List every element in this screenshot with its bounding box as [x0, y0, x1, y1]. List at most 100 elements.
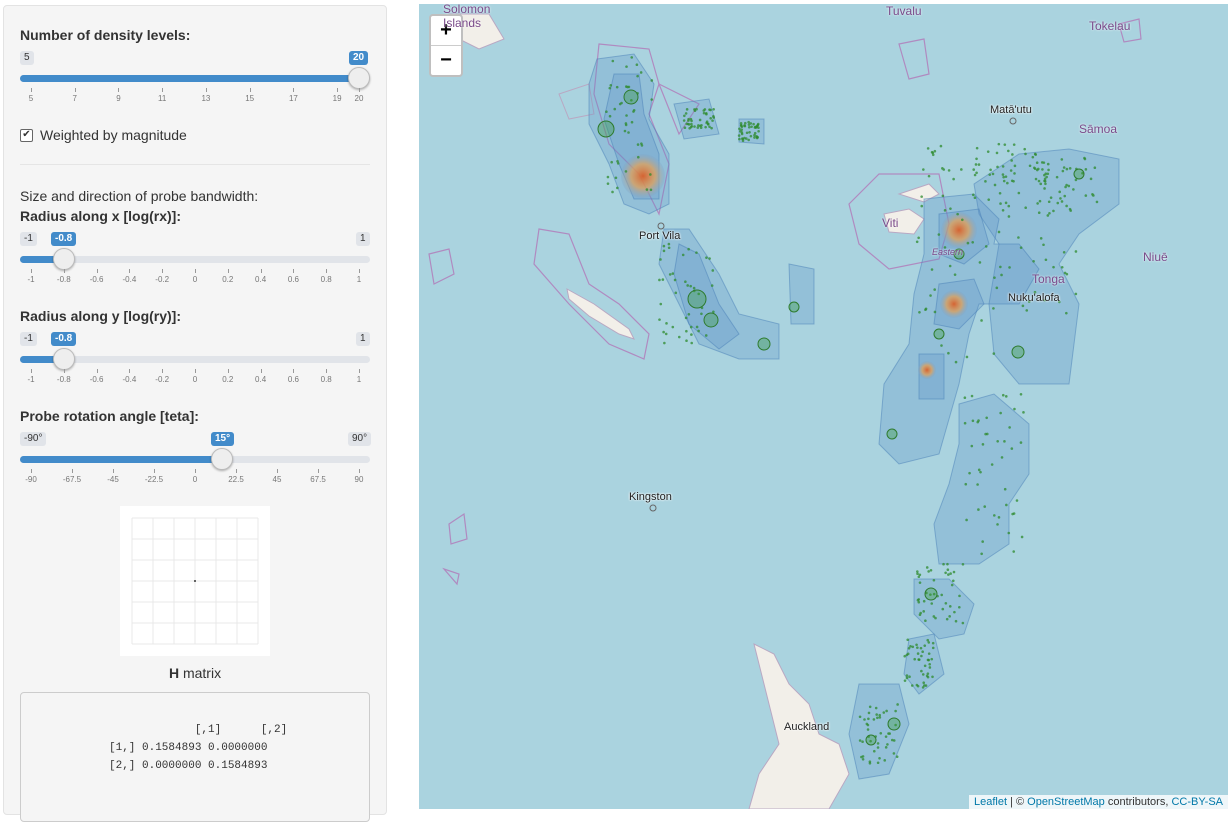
- earthquake-point: [1036, 202, 1039, 205]
- earthquake-point: [1044, 172, 1048, 175]
- slider-tick-label: 67.5: [310, 475, 326, 484]
- earthquake-point: [750, 125, 753, 129]
- earthquake-point: [636, 143, 640, 146]
- slider-tick-label: -0.4: [122, 375, 137, 384]
- earthquake-point: [1083, 157, 1087, 161]
- earthquake-point: [1033, 152, 1037, 156]
- earthquake-point: [668, 273, 672, 276]
- earthquake-point: [975, 146, 979, 150]
- earthquake-point: [933, 310, 937, 314]
- rx-slider-handle[interactable]: [52, 248, 75, 270]
- slider-tick-label: -67.5: [62, 475, 82, 484]
- earthquake-point: [861, 740, 864, 744]
- slider-tick-label: 17: [288, 94, 298, 103]
- earthquake-point: [931, 153, 935, 157]
- weighted-checkbox[interactable]: ✔: [20, 129, 33, 142]
- earthquake-point: [867, 717, 870, 721]
- earthquake-point: [958, 594, 961, 598]
- slider-tick-label: 0: [192, 375, 198, 384]
- earthquake-point: [667, 246, 671, 250]
- earthquake-point: [986, 150, 990, 153]
- earthquake-point: [920, 204, 924, 208]
- slider-tick: [154, 469, 155, 473]
- earthquake-point: [708, 257, 711, 260]
- earthquake-point: [1003, 487, 1007, 491]
- earthquake-point: [740, 128, 744, 131]
- teta-slider[interactable]: [20, 448, 370, 470]
- earthquake-point: [1007, 531, 1011, 535]
- earthquake-point: [1056, 201, 1060, 205]
- leaflet-map[interactable]: + − Solomon Islands Tuvalu Tokelau Matā'…: [419, 4, 1228, 809]
- earthquake-point: [903, 679, 907, 682]
- slider-tick-label: 13: [201, 94, 211, 103]
- earthquake-point: [872, 749, 876, 753]
- osm-link[interactable]: OpenStreetMap: [1027, 796, 1105, 808]
- earthquake-point: [1007, 204, 1011, 208]
- slider-tick-label: -1: [27, 275, 35, 284]
- earthquake-point: [1095, 200, 1099, 204]
- earthquake-point: [931, 675, 934, 679]
- earthquake-point: [951, 579, 955, 583]
- slider-tick: [318, 469, 319, 473]
- earthquake-point: [708, 108, 711, 111]
- slider-tick-label: 0: [192, 475, 198, 484]
- earthquake-point: [999, 265, 1002, 269]
- earthquake-point: [949, 207, 952, 210]
- earthquake-point: [700, 123, 703, 127]
- label-nukualofa: Nuku'alofa: [1008, 292, 1060, 304]
- bandwidth-heading: Size and direction of probe bandwidth:: [20, 188, 259, 204]
- earthquake-point: [1003, 440, 1006, 443]
- earthquake-point: [887, 732, 890, 735]
- density-slider-handle[interactable]: [348, 67, 370, 89]
- rx-slider[interactable]: [20, 248, 370, 270]
- earthquake-point: [998, 191, 1002, 195]
- earthquake-point: [690, 122, 693, 126]
- earthquake-point: [929, 568, 933, 572]
- earthquake-point: [920, 669, 923, 673]
- earthquake-point: [659, 302, 663, 306]
- earthquake-point: [704, 125, 707, 129]
- earthquake-point: [1006, 181, 1009, 185]
- earthquake-point: [971, 419, 975, 423]
- earthquake-point: [1013, 407, 1016, 411]
- earthquake-point: [747, 125, 751, 129]
- earthquake-point: [942, 562, 945, 566]
- earthquake-point: [1060, 158, 1064, 161]
- earthquake-point: [671, 325, 675, 329]
- earthquake-point: [1065, 204, 1068, 208]
- earthquake-point: [1015, 499, 1019, 502]
- ry-slider-handle[interactable]: [52, 348, 75, 370]
- earthquake-point: [927, 658, 931, 662]
- density-slider[interactable]: [20, 67, 370, 89]
- earthquake-point: [1039, 237, 1043, 240]
- slider-tick-label: -0.2: [155, 275, 170, 284]
- earthquake-point: [1008, 426, 1011, 429]
- slider-tick-label: 20: [354, 94, 364, 103]
- ry-slider[interactable]: [20, 348, 370, 370]
- earthquake-point: [1055, 175, 1059, 179]
- earthquake-point: [917, 658, 920, 661]
- teta-slider-handle[interactable]: [211, 448, 234, 470]
- teta-label: Probe rotation angle [teta]:: [20, 408, 199, 424]
- earthquake-point: [705, 256, 708, 259]
- earthquake-point: [650, 79, 654, 82]
- slider-tick-label: -0.8: [56, 275, 71, 284]
- earthquake-point: [1035, 168, 1039, 172]
- earthquake-point: [1062, 250, 1066, 254]
- rx-slider-ticks: -1 -0.8 -0.6 -0.4 -0.2 0 0.2 0.4 0.6 0.8 1: [20, 269, 370, 289]
- slider-tick: [326, 369, 328, 373]
- license-link[interactable]: CC-BY-SA: [1171, 796, 1223, 808]
- earthquake-point: [630, 56, 634, 59]
- earthquake-point: [929, 294, 932, 297]
- earthquake-point: [949, 572, 952, 575]
- earthquake-point: [918, 311, 921, 314]
- leaflet-link[interactable]: Leaflet: [974, 796, 1007, 808]
- rx-min: -1: [20, 232, 37, 246]
- earthquake-point: [905, 653, 909, 657]
- zoom-out-button[interactable]: −: [431, 46, 461, 75]
- earthquake-point: [961, 563, 965, 566]
- label-viti: Viti: [882, 216, 899, 230]
- density-value: 20: [349, 51, 369, 65]
- earthquake-point: [944, 571, 947, 575]
- earthquake-point: [970, 444, 974, 448]
